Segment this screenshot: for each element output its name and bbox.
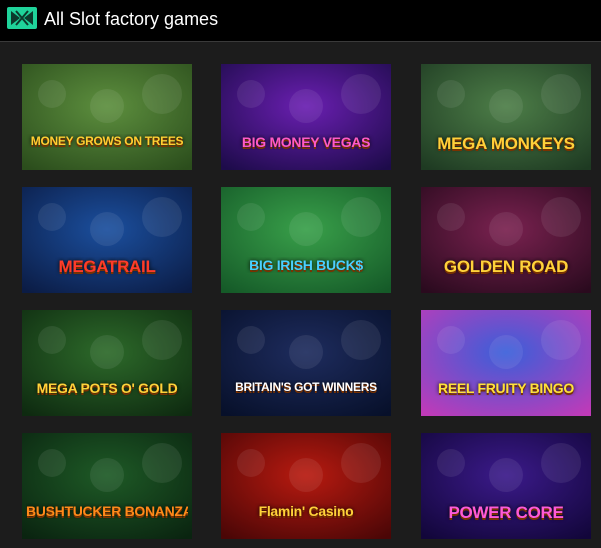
game-thumbnail-image xyxy=(22,433,192,539)
game-title: BIG IRISH BUCK$ xyxy=(249,256,363,273)
game-tile-flamin-casino[interactable]: Flamin' Casino xyxy=(221,433,391,539)
games-grid: MONEY GROWS ON TREES BIG MONEY VEGAS MEGA … xyxy=(0,42,601,548)
slot-factory-logo-icon xyxy=(7,7,37,29)
game-thumbnail-image xyxy=(22,64,192,170)
game-thumbnail-image xyxy=(221,64,391,170)
game-thumbnail-image xyxy=(421,433,591,539)
game-thumbnail-image xyxy=(221,433,391,539)
game-tile-britains-got-winners[interactable]: BRITAIN'S GOT WINNERS xyxy=(221,310,391,416)
game-title: MONEY GROWS ON TREES xyxy=(30,133,184,148)
game-thumbnail-image xyxy=(22,187,192,293)
game-thumbnail-image xyxy=(421,187,591,293)
game-title: POWER CORE xyxy=(448,502,564,522)
game-thumbnail-image xyxy=(221,187,391,293)
game-title: REEL FRUITY BINGO xyxy=(438,379,574,396)
page-header: All Slot factory games xyxy=(0,0,601,42)
game-tile-mega-monkeys[interactable]: MEGA MONKEYS xyxy=(421,64,591,170)
page-title: All Slot factory games xyxy=(44,9,219,29)
game-title: BIG MONEY VEGAS xyxy=(241,133,371,150)
game-tile-power-core[interactable]: POWER CORE xyxy=(421,433,591,539)
game-title: Flamin' Casino xyxy=(258,502,354,519)
game-thumbnail-image xyxy=(22,310,192,416)
game-tile-big-irish-bucks[interactable]: BIG IRISH BUCK$ xyxy=(221,187,391,293)
game-title: GOLDEN ROAD xyxy=(443,256,569,276)
game-tile-big-money-vegas[interactable]: BIG MONEY VEGAS xyxy=(221,64,391,170)
game-tile-mega-trail[interactable]: MEGATRAIL xyxy=(22,187,192,293)
game-tile-bushtucker-bonanza[interactable]: BUSHTUCKER BONANZA xyxy=(22,433,192,539)
game-title: BUSHTUCKER BONANZA xyxy=(26,502,188,519)
game-title: MEGA POTS O' GOLD xyxy=(36,379,178,396)
game-tile-reel-fruity-bingo[interactable]: REEL FRUITY BINGO xyxy=(421,310,591,416)
game-tile-golden-road[interactable]: GOLDEN ROAD xyxy=(421,187,591,293)
game-thumbnail-image xyxy=(421,64,591,170)
game-tile-money-grows-on-trees[interactable]: MONEY GROWS ON TREES xyxy=(22,64,192,170)
game-tile-mega-pots-of-gold[interactable]: MEGA POTS O' GOLD xyxy=(22,310,192,416)
game-title: BRITAIN'S GOT WINNERS xyxy=(235,379,377,394)
game-thumbnail-image xyxy=(221,310,391,416)
game-title: MEGA MONKEYS xyxy=(437,133,575,153)
game-title: MEGATRAIL xyxy=(58,256,156,276)
game-thumbnail-image xyxy=(421,310,591,416)
